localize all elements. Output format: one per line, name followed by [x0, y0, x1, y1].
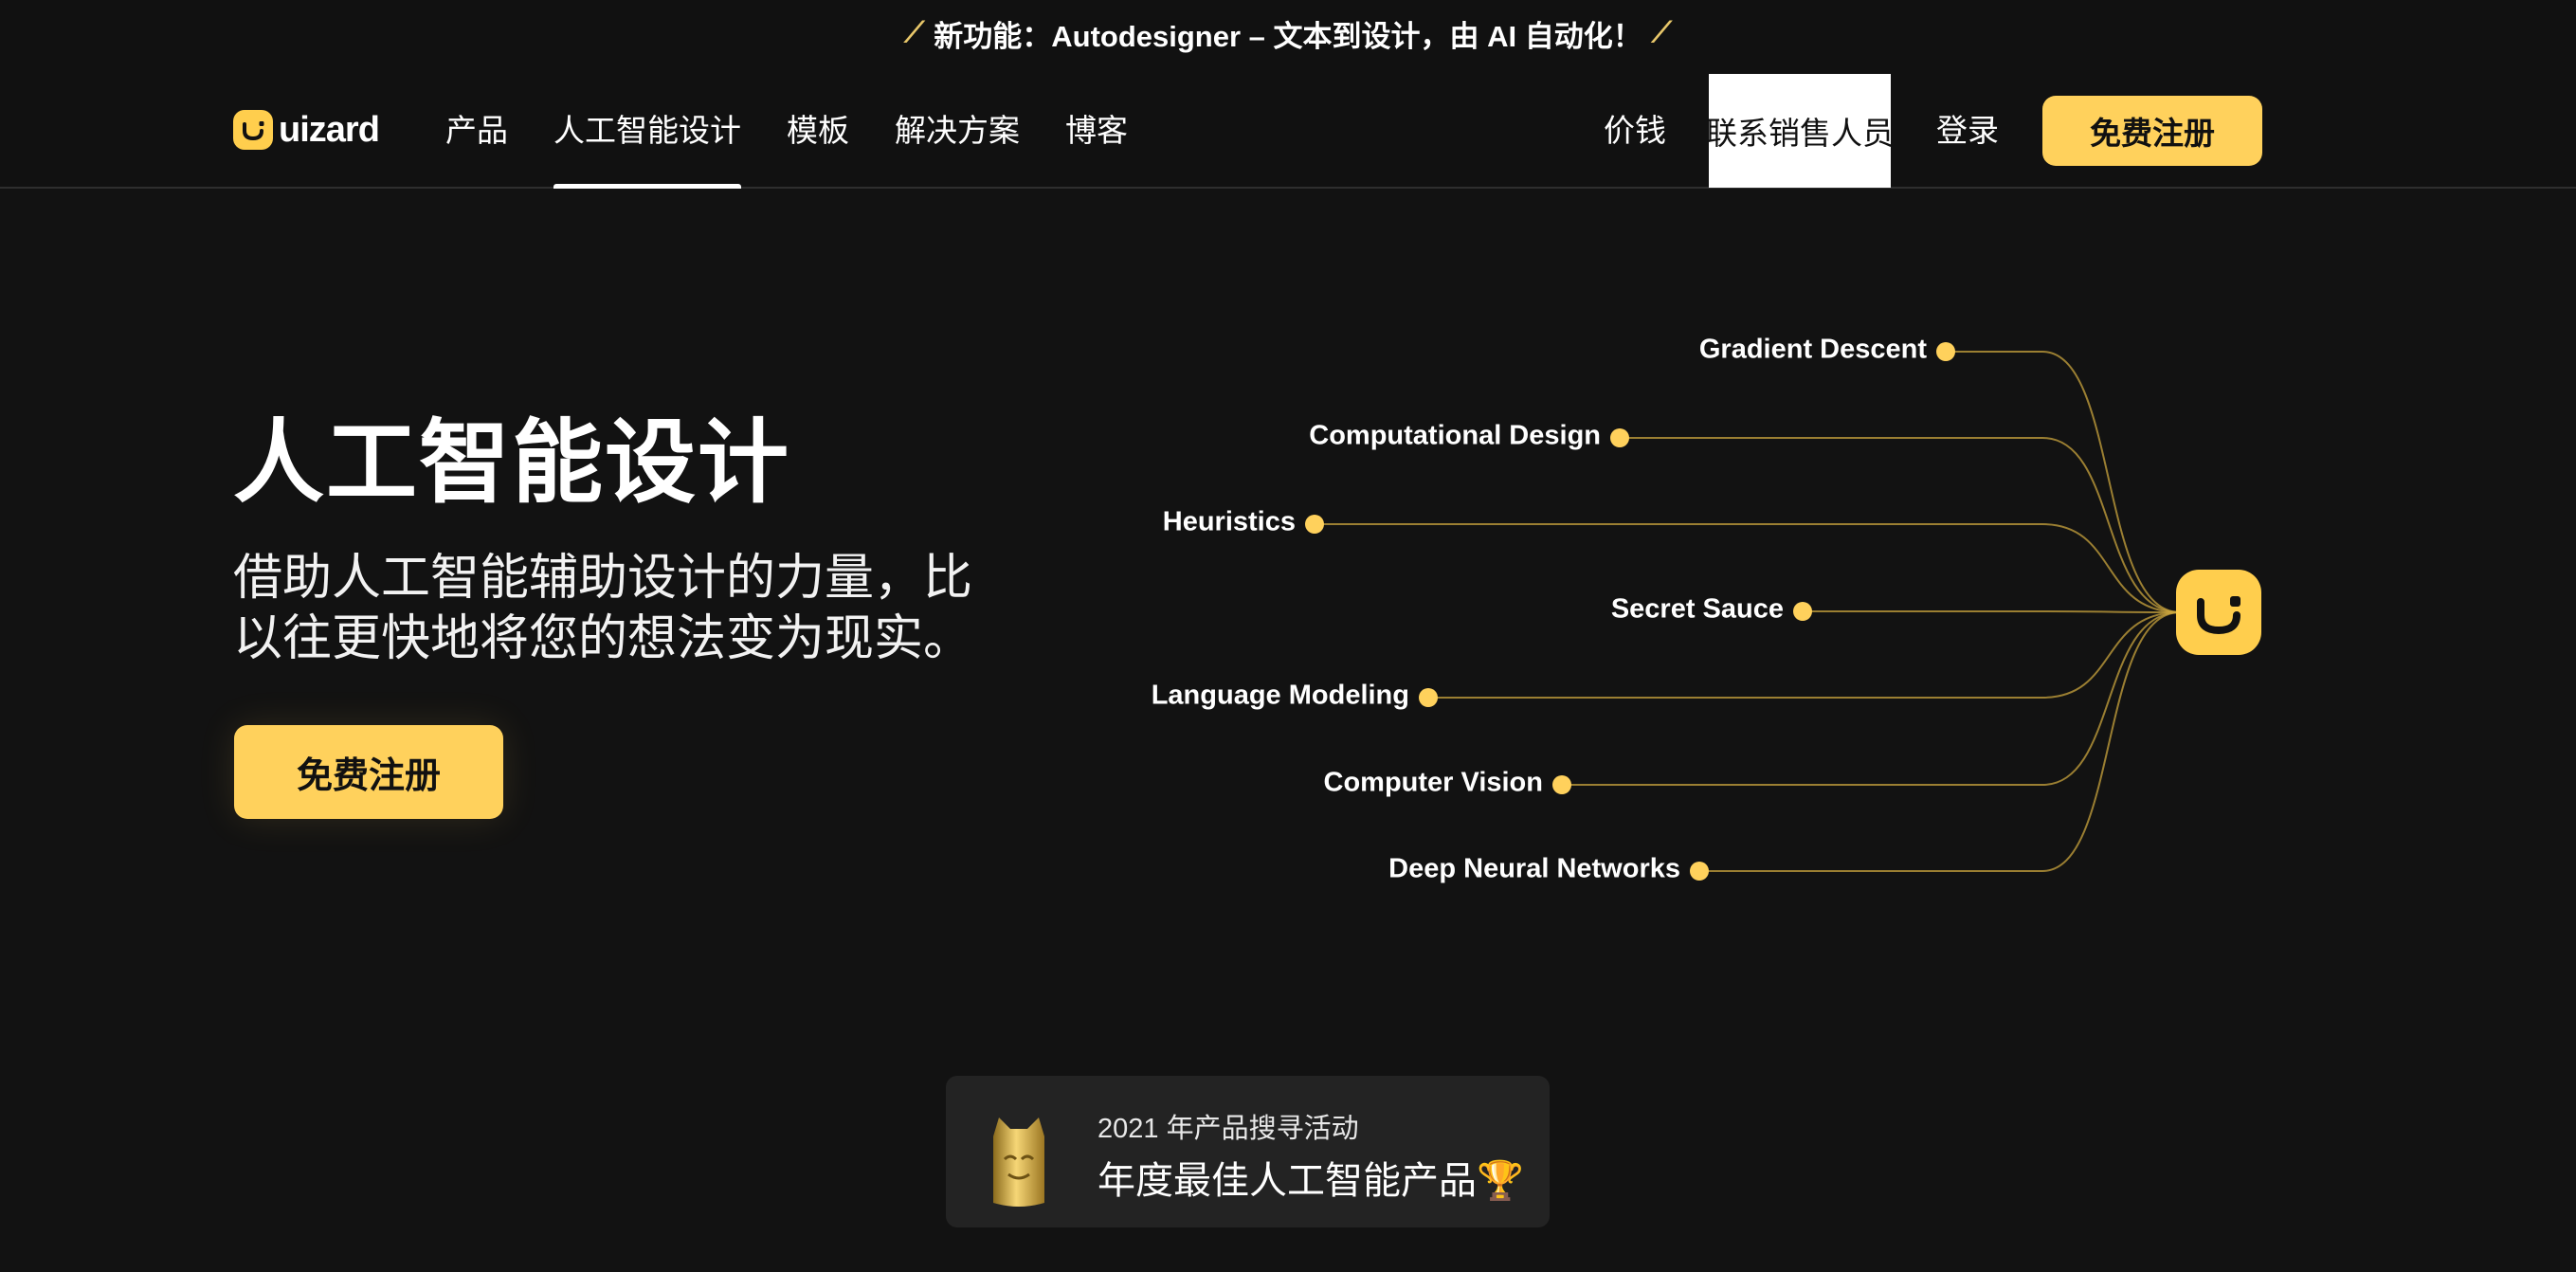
main-nav: 产品 人工智能设计 模板 解决方案 博客	[445, 66, 1173, 189]
connector-line	[1803, 610, 2181, 613]
logo-text: uizard	[279, 109, 380, 150]
hero-subtitle: 借助人工智能辅助设计的力量，比以往更快地将您的想法变为现实。	[233, 551, 973, 666]
hero-title: 人工智能设计	[233, 412, 790, 514]
announcement-text[interactable]: 新功能：Autodesigner – 文本到设计，由 AI 自动化！	[934, 12, 1642, 55]
topic-label: Computer Vision	[1323, 767, 1544, 798]
golden-kitty-icon	[986, 1116, 1052, 1215]
uizard-hub-icon	[2176, 570, 2261, 655]
topic-label: Secret Sauce	[1610, 593, 1784, 625]
nav-item-templates[interactable]: 模板	[787, 66, 849, 189]
nav-item-product[interactable]: 产品	[445, 66, 508, 189]
topic-dot	[1793, 602, 1812, 621]
topic-label: Deep Neural Networks	[1388, 853, 1680, 884]
nav-signup-button[interactable]: 免费注册	[2042, 96, 2262, 166]
topic-dot	[1610, 428, 1629, 447]
connector-line	[1620, 437, 2181, 613]
connector-line	[1428, 611, 2181, 699]
topic-dot	[1305, 515, 1324, 534]
topic-label: Gradient Descent	[1698, 334, 1927, 365]
nav-link-contact-sales[interactable]: 联系销售人员	[1706, 74, 1894, 188]
topic-dot	[1690, 862, 1709, 881]
topic-dot	[1419, 688, 1438, 707]
topic-label: Language Modeling	[1151, 680, 1409, 711]
nav-item-solutions[interactable]: 解决方案	[895, 66, 1020, 189]
award-card[interactable]: 2021 年产品搜寻活动 年度最佳人工智能产品🏆	[946, 1076, 1550, 1227]
topic-dot	[1552, 775, 1571, 794]
magic-wand-icon: ⟋	[1651, 17, 1672, 48]
logo[interactable]: uizard	[233, 109, 380, 151]
connector-line	[1946, 351, 2181, 613]
announcement-bar[interactable]: ⟋ 新功能：Autodesigner – 文本到设计，由 AI 自动化！ ⟋	[0, 0, 2576, 66]
topic-dot	[1936, 342, 1955, 361]
magic-wand-icon: ⟋	[904, 17, 925, 48]
nav-link-pricing[interactable]: 价钱	[1604, 66, 1666, 189]
nav-item-ai-design[interactable]: 人工智能设计	[553, 66, 741, 189]
uizard-logo-icon	[233, 110, 273, 150]
nav-item-blog[interactable]: 博客	[1065, 66, 1128, 189]
nav-link-login[interactable]: 登录	[1936, 66, 1999, 189]
topic-label: Heuristics	[1162, 506, 1296, 537]
connector-line	[1699, 611, 2181, 872]
connector-line	[1562, 611, 2181, 786]
hero-signup-button[interactable]: 免费注册	[234, 725, 503, 819]
topic-label: Computational Design	[1309, 420, 1601, 451]
navbar: uizard 产品 人工智能设计 模板 解决方案 博客 价钱 联系销售人员 登录…	[0, 66, 2576, 189]
award-event: 2021 年产品搜寻活动	[1098, 1114, 1359, 1144]
award-title: 年度最佳人工智能产品🏆	[1098, 1160, 1524, 1202]
